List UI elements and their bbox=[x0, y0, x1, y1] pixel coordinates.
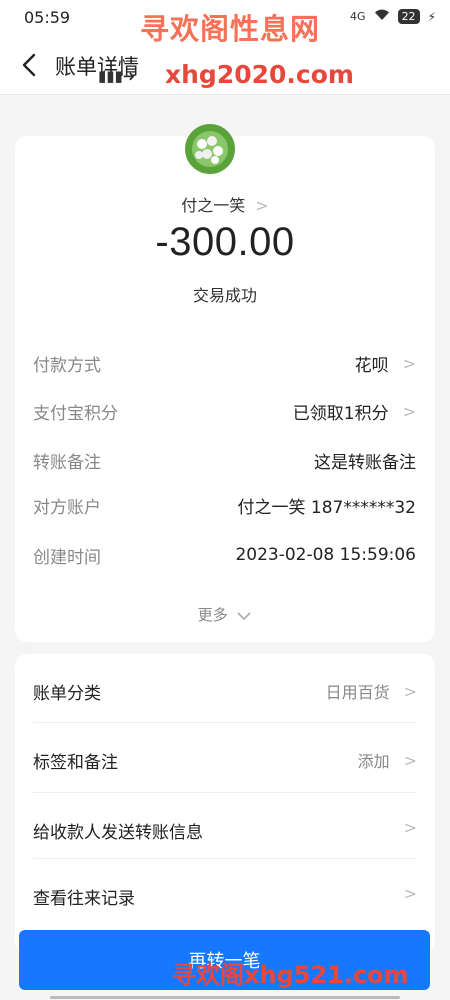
battery-icon: 22 bbox=[397, 9, 420, 24]
transfer-again-button[interactable]: 再转一笔 bbox=[19, 930, 430, 990]
avatar[interactable] bbox=[185, 124, 235, 174]
transaction-status: 交易成功 bbox=[192, 286, 257, 305]
detail-created-time: 创建时间 2023-02-08 15:59:06 bbox=[33, 540, 416, 570]
detail-value: 付之一笑 187******32 bbox=[237, 497, 416, 518]
divider bbox=[33, 858, 417, 859]
menu-send-transfer-info[interactable]: 给收款人发送转账信息 > bbox=[15, 796, 435, 862]
menu-transaction-history[interactable]: 查看往来记录 > bbox=[15, 862, 435, 928]
detail-value: 这是转账备注 bbox=[314, 452, 416, 473]
menu-label: 查看往来记录 bbox=[33, 889, 135, 909]
chevron-right-icon: > bbox=[403, 750, 417, 770]
menu-label: 给收款人发送转账信息 bbox=[33, 823, 203, 843]
chevron-right-icon: > bbox=[255, 196, 269, 215]
menu-tags-notes[interactable]: 标签和备注 添加 > bbox=[15, 726, 435, 792]
chevron-right-icon: > bbox=[402, 353, 416, 373]
home-indicator[interactable] bbox=[50, 996, 400, 999]
chevron-down-icon bbox=[237, 611, 251, 620]
payee-name: 付之一笑 bbox=[181, 196, 246, 215]
detail-label: 对方账户 bbox=[33, 497, 101, 518]
payee-link[interactable]: 付之一笑 > bbox=[15, 192, 435, 216]
detail-label: 支付宝积分 bbox=[33, 403, 118, 424]
menu-value: 日用百货 bbox=[325, 683, 390, 702]
detail-points[interactable]: 支付宝积分 已领取1积分 > bbox=[33, 396, 416, 426]
detail-value: 花呗 bbox=[354, 355, 389, 376]
charging-icon: ⚡ bbox=[427, 9, 436, 24]
network-label: 4G bbox=[350, 10, 366, 23]
more-label: 更多 bbox=[197, 606, 228, 624]
detail-transfer-note: 转账备注 这是转账备注 bbox=[33, 445, 416, 475]
detail-label: 创建时间 bbox=[33, 547, 101, 568]
chevron-right-icon: > bbox=[403, 884, 417, 903]
transfer-again-label: 再转一笔 bbox=[188, 951, 261, 972]
status-bar: 05:59 4G 22 ⚡ bbox=[0, 0, 450, 36]
back-arrow-icon bbox=[22, 53, 36, 77]
page-title: 账单详情 bbox=[55, 55, 139, 79]
wifi-icon bbox=[374, 9, 390, 24]
detail-counterparty-account: 对方账户 付之一笑 187******32 bbox=[33, 490, 416, 520]
status-icons: 4G 22 ⚡ bbox=[350, 9, 436, 24]
divider bbox=[33, 792, 417, 793]
menu-label: 标签和备注 bbox=[33, 753, 118, 773]
detail-payment-method[interactable]: 付款方式 花呗 > bbox=[33, 348, 416, 378]
amount: -300.00 bbox=[155, 220, 295, 264]
menu-bill-category[interactable]: 账单分类 日用百货 > bbox=[15, 657, 435, 723]
nav-bar: 账单详情 bbox=[0, 36, 450, 95]
status-time: 05:59 bbox=[24, 8, 71, 27]
chevron-right-icon: > bbox=[402, 401, 416, 421]
chevron-right-icon: > bbox=[403, 818, 417, 837]
bill-actions-card: 账单分类 日用百货 > 标签和备注 添加 > 给收款人发送转账信息 > 查看往来记录… bbox=[15, 654, 435, 954]
detail-value: 已领取1积分 bbox=[292, 403, 389, 424]
divider bbox=[33, 722, 417, 723]
more-button[interactable]: 更多 bbox=[15, 604, 435, 625]
chevron-right-icon: > bbox=[403, 681, 417, 701]
detail-label: 转账备注 bbox=[33, 452, 101, 473]
detail-label: 付款方式 bbox=[33, 355, 101, 376]
menu-label: 账单分类 bbox=[33, 684, 101, 704]
detail-value: 2023-02-08 15:59:06 bbox=[235, 545, 416, 565]
menu-value: 添加 bbox=[357, 752, 390, 771]
bill-summary-card: 付之一笑 > -300.00 交易成功 付款方式 花呗 > 支付宝积分 已领取1积分… bbox=[15, 136, 435, 642]
back-button[interactable] bbox=[14, 50, 44, 80]
